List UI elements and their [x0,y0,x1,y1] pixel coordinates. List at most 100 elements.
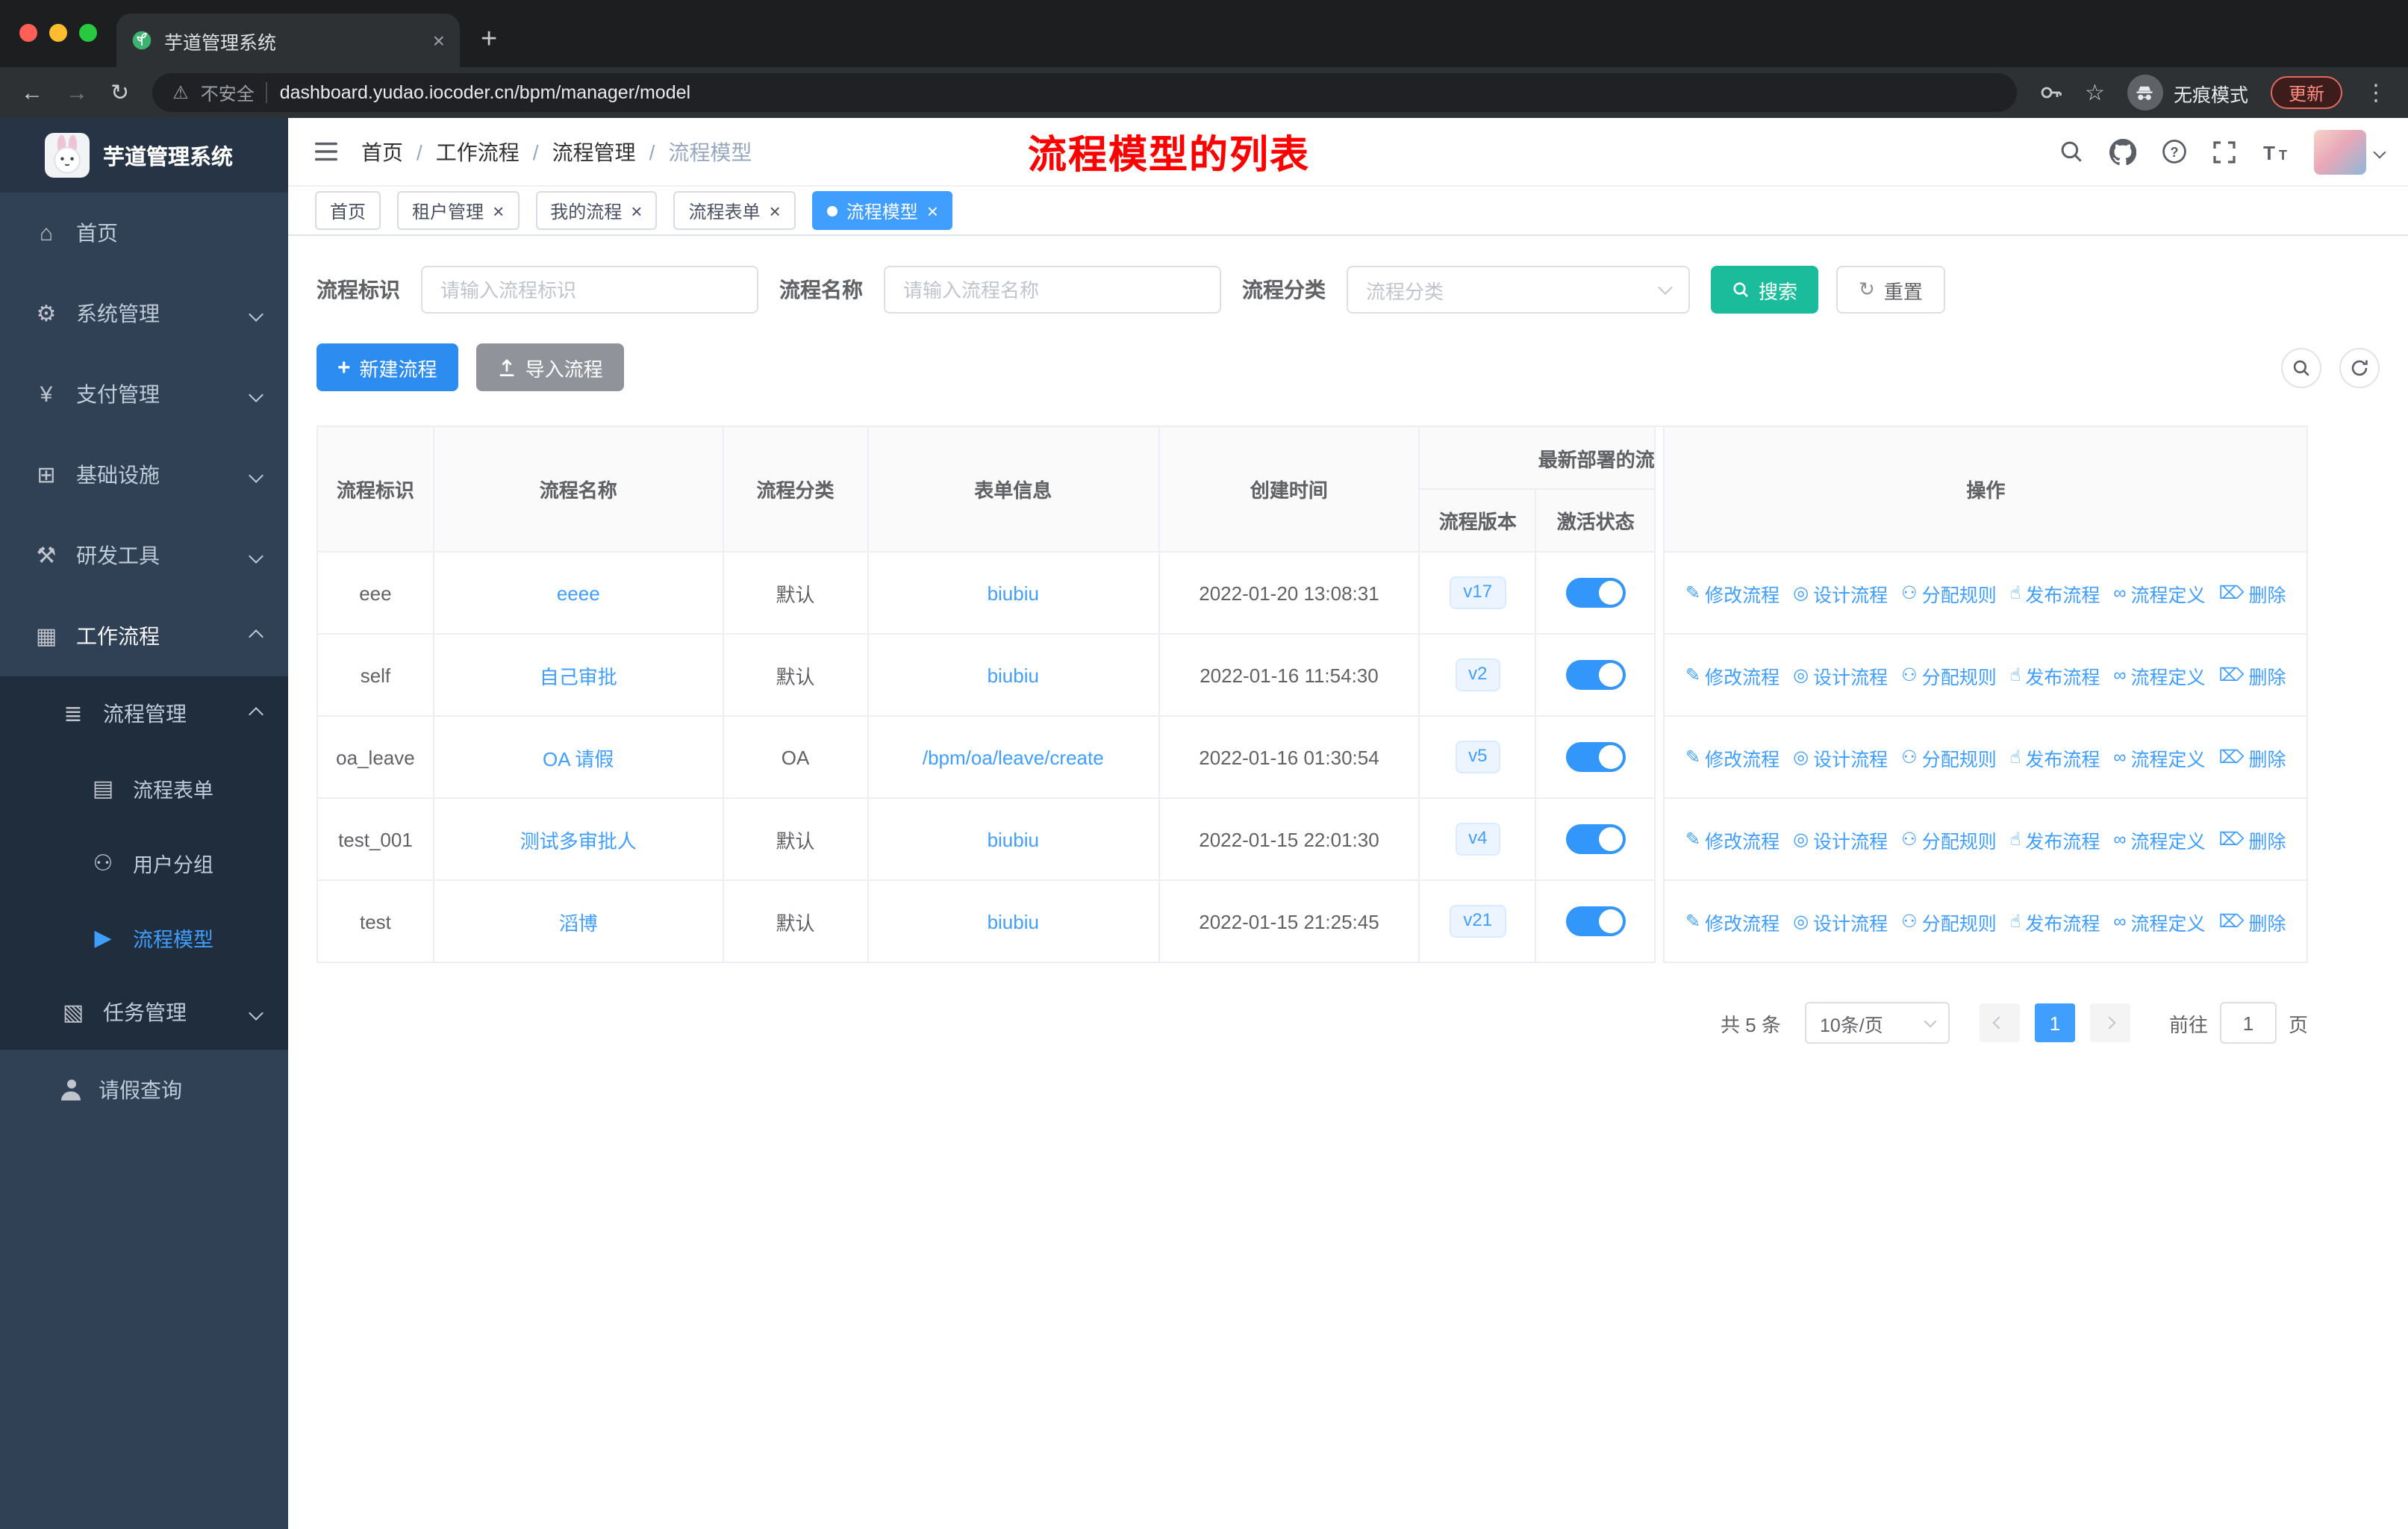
sidebar-item-workflow[interactable]: ▦ 工作流程 [0,596,288,676]
back-icon[interactable]: ← [21,81,43,104]
publish-process-link[interactable]: ☝ 发布流程 [2010,579,2100,607]
window-minimize-button[interactable] [49,24,67,42]
process-definition-link[interactable]: ∞ 流程定义 [2113,579,2205,607]
design-process-link[interactable]: ◎ 设计流程 [1793,825,1888,853]
form-info-link[interactable]: biubiu [988,910,1039,932]
form-info-link[interactable]: biubiu [988,582,1039,604]
design-process-link[interactable]: ◎ 设计流程 [1793,907,1888,935]
password-key-icon[interactable] [2039,81,2062,105]
search-button[interactable]: 搜索 [1711,266,1819,314]
tag-home[interactable]: 首页 [315,191,381,230]
reset-button[interactable]: ↻ 重置 [1836,266,1945,314]
delete-link[interactable]: ⌦ 删除 [2219,825,2286,853]
goto-page-input[interactable] [2219,1002,2277,1044]
window-zoom-button[interactable] [79,24,97,42]
version-badge[interactable]: v2 [1455,658,1501,691]
delete-link[interactable]: ⌦ 删除 [2219,661,2286,689]
sidebar-item-process-mgmt[interactable]: ≣ 流程管理 [0,676,288,751]
process-category-select[interactable]: 流程分类 [1347,266,1690,314]
hamburger-icon[interactable] [312,137,340,166]
active-toggle[interactable] [1565,578,1626,608]
process-definition-link[interactable]: ∞ 流程定义 [2113,907,2205,935]
toggle-search-button[interactable] [2281,347,2321,387]
create-process-button[interactable]: + 新建流程 [316,343,458,391]
tag-process-form[interactable]: 流程表单 × [673,191,796,230]
browser-menu-icon[interactable]: ⋮ [2365,79,2387,106]
publish-process-link[interactable]: ☝ 发布流程 [2010,743,2100,771]
browser-tab[interactable]: 芋道管理系统 × [116,13,460,67]
breadcrumb-home[interactable]: 首页 [361,137,403,166]
publish-process-link[interactable]: ☝ 发布流程 [2010,825,2100,853]
version-badge[interactable]: v4 [1455,823,1501,856]
active-toggle[interactable] [1565,824,1626,854]
delete-link[interactable]: ⌦ 删除 [2219,907,2286,935]
assign-rule-link[interactable]: ⚇ 分配规则 [1901,661,1997,689]
refresh-table-button[interactable] [2339,347,2380,387]
current-page[interactable]: 1 [2034,1003,2075,1042]
breadcrumb-process-mgmt[interactable]: 流程管理 [552,137,636,166]
help-icon[interactable]: ? [2162,139,2187,164]
form-info-link[interactable]: /bpm/oa/leave/create [923,746,1104,768]
forward-icon[interactable]: → [66,81,88,104]
active-toggle[interactable] [1565,660,1626,690]
edit-process-link[interactable]: ✎ 修改流程 [1685,579,1780,607]
security-label[interactable]: 不安全 [201,80,255,105]
process-name-input[interactable] [884,266,1221,314]
next-page-button[interactable] [2089,1003,2130,1042]
assign-rule-link[interactable]: ⚇ 分配规则 [1901,825,1997,853]
edit-process-link[interactable]: ✎ 修改流程 [1685,907,1780,935]
sidebar-item-leave-query[interactable]: 请假查询 [0,1050,288,1130]
design-process-link[interactable]: ◎ 设计流程 [1793,743,1888,771]
publish-process-link[interactable]: ☝ 发布流程 [2010,907,2100,935]
tag-tenant-mgmt[interactable]: 租户管理 × [397,191,520,230]
form-info-link[interactable]: biubiu [988,664,1039,686]
tag-process-model[interactable]: 流程模型 × [811,191,953,230]
publish-process-link[interactable]: ☝ 发布流程 [2010,661,2100,689]
active-toggle[interactable] [1565,742,1626,772]
sidebar-item-process-form[interactable]: ▤ 流程表单 [0,751,288,826]
close-icon[interactable]: × [927,201,938,220]
sidebar-item-home[interactable]: ⌂ 首页 [0,193,288,273]
delete-link[interactable]: ⌦ 删除 [2219,743,2286,771]
version-badge[interactable]: v21 [1450,905,1506,938]
import-process-button[interactable]: 导入流程 [475,343,624,391]
sidebar-item-devtools[interactable]: ⚒ 研发工具 [0,515,288,596]
fullscreen-icon[interactable] [2212,140,2236,164]
browser-update-button[interactable]: 更新 [2270,76,2342,109]
assign-rule-link[interactable]: ⚇ 分配规则 [1901,579,1997,607]
tab-close-icon[interactable]: × [433,30,445,51]
version-badge[interactable]: v5 [1455,741,1501,773]
page-size-select[interactable]: 10条/页 [1804,1002,1950,1044]
user-menu[interactable] [2314,129,2386,174]
sidebar-item-payment[interactable]: ¥ 支付管理 [0,354,288,435]
github-icon[interactable] [2109,138,2136,165]
version-badge[interactable]: v17 [1450,576,1506,609]
process-name-link[interactable]: 自己审批 [540,661,617,689]
sidebar-item-infrastructure[interactable]: ⊞ 基础设施 [0,435,288,515]
process-definition-link[interactable]: ∞ 流程定义 [2113,661,2205,689]
bookmark-star-icon[interactable]: ☆ [2085,81,2105,104]
edit-process-link[interactable]: ✎ 修改流程 [1685,661,1780,689]
process-definition-link[interactable]: ∞ 流程定义 [2113,825,2205,853]
prev-page-button[interactable] [1979,1003,2020,1042]
edit-process-link[interactable]: ✎ 修改流程 [1685,743,1780,771]
tag-my-process[interactable]: 我的流程 × [535,191,658,230]
sidebar-item-user-group[interactable]: ⚇ 用户分组 [0,826,288,900]
assign-rule-link[interactable]: ⚇ 分配规则 [1901,907,1997,935]
app-logo[interactable]: 芋道管理系统 [0,118,288,193]
new-tab-button[interactable]: + [481,25,497,54]
address-bar[interactable]: ⚠ 不安全 dashboard.yudao.iocoder.cn/bpm/man… [152,73,2017,112]
design-process-link[interactable]: ◎ 设计流程 [1793,579,1888,607]
url-text[interactable]: dashboard.yudao.iocoder.cn/bpm/manager/m… [280,82,690,103]
active-toggle[interactable] [1565,906,1626,936]
sidebar-item-system[interactable]: ⚙ 系统管理 [0,273,288,354]
process-name-link[interactable]: OA 请假 [543,743,614,771]
delete-link[interactable]: ⌦ 删除 [2219,579,2286,607]
sidebar-item-task-mgmt[interactable]: ▧ 任务管理 [0,975,288,1050]
close-icon[interactable]: × [493,201,504,220]
close-icon[interactable]: × [631,201,642,220]
reload-icon[interactable]: ↻ [110,81,129,104]
breadcrumb-workflow[interactable]: 工作流程 [436,137,520,166]
process-definition-link[interactable]: ∞ 流程定义 [2113,743,2205,771]
form-info-link[interactable]: biubiu [988,828,1039,850]
